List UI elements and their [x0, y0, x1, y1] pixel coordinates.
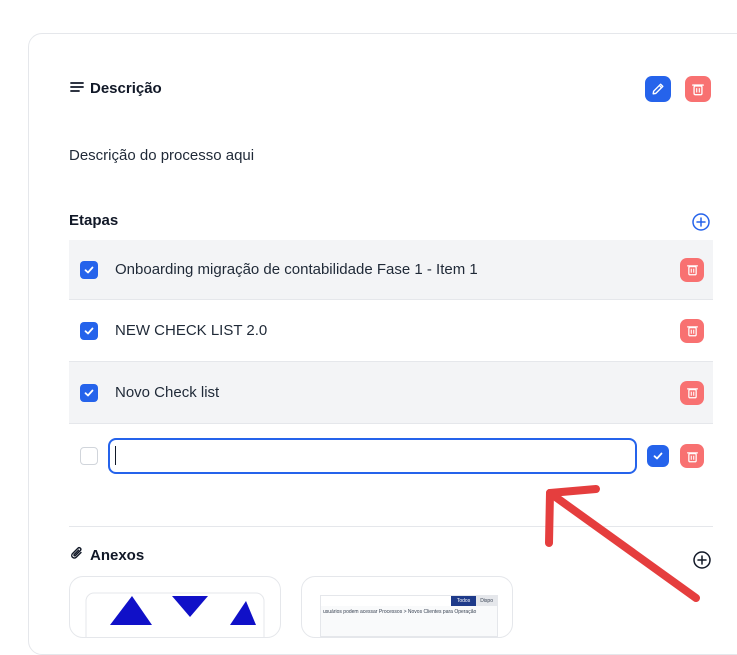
annotation-arrow — [545, 485, 700, 602]
